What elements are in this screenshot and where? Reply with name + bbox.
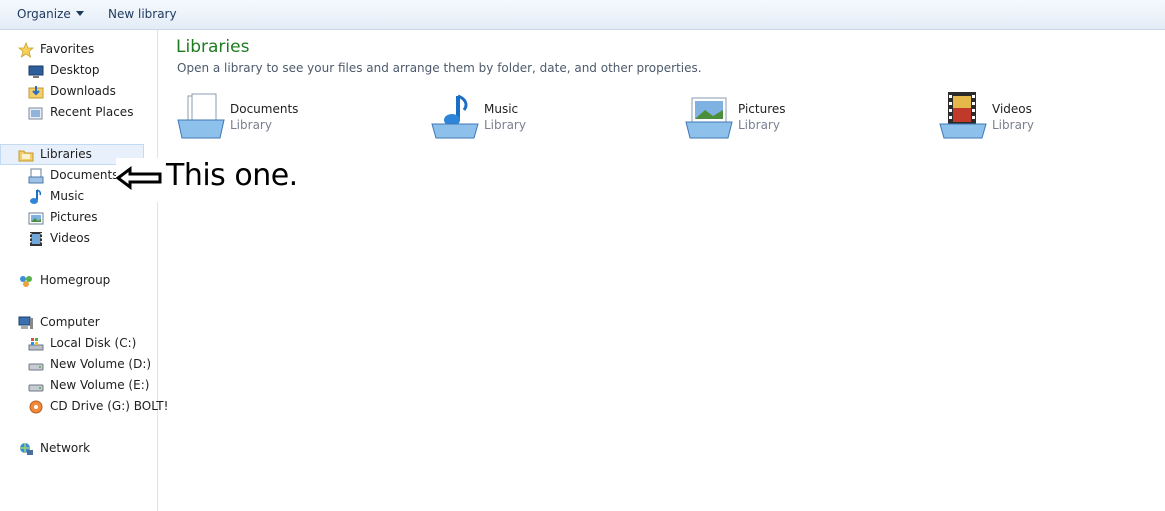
library-name: Music: [484, 102, 519, 116]
star-icon: [18, 42, 34, 58]
nav-item-label: Desktop: [50, 63, 100, 77]
library-tile-pictures[interactable]: Pictures Library: [684, 90, 914, 142]
nav-item-label: Recent Places: [50, 105, 134, 119]
library-kind: Library: [230, 118, 272, 132]
nav-item-label: Documents: [50, 168, 119, 182]
recent-places-icon: [28, 107, 43, 120]
homegroup-icon: [20, 276, 32, 287]
cd-drive-icon: [29, 400, 43, 414]
pictures-library-icon: [685, 97, 733, 139]
libraries-view: Libraries Open a library to see your fil…: [158, 30, 1165, 511]
video-film-icon: [30, 232, 42, 246]
page-title: Libraries: [176, 37, 250, 57]
library-name: Documents: [230, 102, 299, 116]
chevron-down-icon: [75, 11, 84, 16]
library-tile-videos[interactable]: Videos Library: [938, 90, 1165, 142]
library-kind: Library: [992, 118, 1034, 132]
nav-item-label: Music: [50, 189, 85, 203]
command-bar: Organize New library: [0, 0, 1165, 30]
nav-item-label: Videos: [50, 231, 90, 245]
music-library-icon: [431, 94, 479, 139]
documents-icon: [28, 168, 44, 184]
nav-item-label: Pictures: [50, 210, 98, 224]
nav-homegroup-label: Homegroup: [40, 273, 111, 287]
left-arrow-icon: [116, 166, 162, 190]
hard-drive-icon: [28, 384, 44, 392]
system-drive-icon: [28, 338, 44, 351]
page-subtitle: Open a library to see your files and arr…: [177, 61, 702, 75]
nav-item-label: CD Drive (G:) BOLT!: [50, 399, 169, 413]
nav-libraries-label: Libraries: [40, 147, 92, 161]
library-kind: Library: [738, 118, 780, 132]
music-note-icon: [30, 189, 42, 204]
videos-library-icon: [939, 92, 987, 139]
nav-computer-label: Computer: [40, 315, 100, 329]
nav-favorites-label: Favorites: [40, 42, 95, 56]
organize-button[interactable]: Organize: [17, 6, 84, 23]
navigation-pane[interactable]: Favorites Desktop Downloads Recent Place…: [0, 30, 168, 511]
nav-item-label: New Volume (E:): [50, 378, 150, 392]
library-name: Videos: [992, 102, 1032, 116]
downloads-folder-icon: [28, 86, 44, 99]
library-name: Pictures: [738, 102, 786, 116]
new-library-button[interactable]: New library: [108, 6, 177, 23]
nav-item-label: Downloads: [50, 84, 116, 98]
nav-network-label: Network: [40, 441, 91, 455]
documents-library-icon: [177, 93, 225, 139]
library-tile-documents[interactable]: Documents Library: [176, 90, 406, 142]
library-kind: Library: [484, 118, 526, 132]
library-tile-music[interactable]: Music Library: [430, 90, 660, 142]
nav-item-label: Local Disk (C:): [50, 336, 137, 350]
annotation-text: This one.: [166, 158, 298, 193]
hard-drive-icon: [28, 363, 44, 371]
desktop-icon: [28, 65, 44, 78]
annotation-callout: This one.: [116, 158, 312, 202]
organize-label: Organize: [17, 7, 71, 21]
computer-icon: [18, 316, 33, 329]
network-icon: [20, 443, 33, 455]
libraries-folder-icon: [18, 150, 34, 162]
pictures-icon: [28, 212, 44, 225]
nav-item-label: New Volume (D:): [50, 357, 152, 371]
